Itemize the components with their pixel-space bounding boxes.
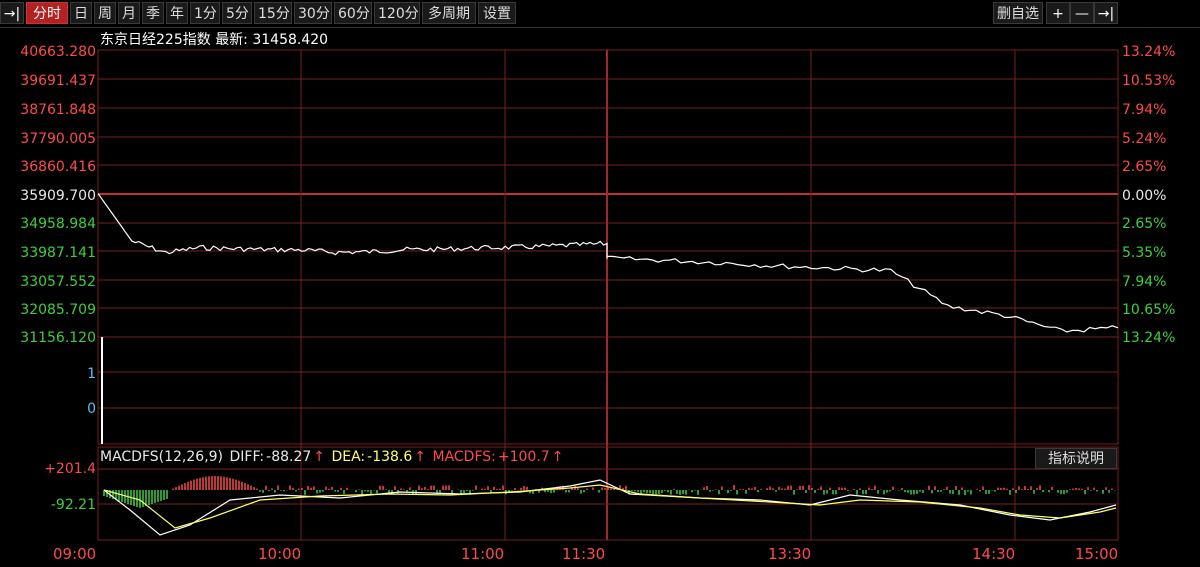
volume-tick: 1 [87, 366, 96, 382]
intraday-chart[interactable] [0, 0, 1200, 567]
diff-value: -88.27 [266, 449, 312, 465]
time-tick: 15:00 [1075, 545, 1119, 563]
macd-label: MACDFS(12,26,9) [100, 449, 224, 465]
percent-tick: 5.24% [1122, 131, 1167, 147]
volume-tick: 0 [87, 401, 96, 417]
dea-arrow-icon: ↑ [414, 449, 427, 465]
percent-tick: 5.35% [1122, 245, 1167, 261]
price-tick: 37790.005 [20, 131, 96, 147]
percent-tick: 13.24% [1122, 330, 1176, 346]
index-name: 东京日经225指数 [100, 32, 211, 48]
percent-tick: 10.53% [1122, 73, 1176, 89]
dea-label: DEA: [331, 449, 366, 465]
price-tick: 40663.280 [20, 44, 96, 60]
time-tick: 11:00 [461, 545, 505, 563]
chart-header: 东京日经225指数 最新: 31458.420 [100, 29, 328, 49]
time-tick: 13:30 [768, 545, 812, 563]
price-tick: 34958.984 [20, 216, 96, 232]
price-tick: 33057.552 [20, 274, 96, 290]
price-tick: 35909.700 [20, 188, 96, 204]
macd-diff-line [103, 479, 1117, 536]
indicator-explain-button[interactable]: 指标说明 [1035, 448, 1117, 469]
percent-tick: 7.94% [1122, 274, 1167, 290]
percent-tick: 7.94% [1122, 102, 1167, 118]
price-tick: 38761.848 [20, 102, 96, 118]
dea-value: -138.6 [367, 449, 413, 465]
macd-axis-top: +201.4 [44, 461, 96, 477]
price-tick: 31156.120 [20, 330, 96, 346]
time-tick: 11:30 [562, 545, 606, 563]
percent-tick: 13.24% [1122, 44, 1176, 60]
percent-tick: 2.65% [1122, 159, 1167, 175]
price-tick: 32085.709 [20, 302, 96, 318]
time-tick: 14:30 [972, 545, 1016, 563]
percent-tick: 10.65% [1122, 302, 1176, 318]
time-tick: 10:00 [258, 545, 302, 563]
price-tick: 39691.437 [20, 73, 96, 89]
macd-dea-line [103, 484, 1117, 529]
macdfs-label: MACDFS: [432, 449, 496, 465]
diff-label: DIFF: [229, 449, 265, 465]
price-tick: 36860.416 [20, 159, 96, 175]
macd-info: MACDFS(12,26,9) DIFF: -88.27 ↑ DEA: -138.6 ↑… [100, 449, 565, 465]
diff-arrow-icon: ↑ [313, 449, 326, 465]
latest-label: 最新: [215, 32, 248, 48]
latest-value: 31458.420 [252, 32, 329, 48]
percent-tick: 2.65% [1122, 216, 1167, 232]
macd-axis-mid: -92.21 [50, 497, 96, 513]
macdfs-arrow-icon: ↑ [551, 449, 564, 465]
price-tick: 33987.141 [20, 245, 96, 261]
macdfs-value: +100.7 [497, 449, 550, 465]
time-tick: 09:00 [53, 545, 97, 563]
percent-tick: 0.00% [1122, 188, 1167, 204]
